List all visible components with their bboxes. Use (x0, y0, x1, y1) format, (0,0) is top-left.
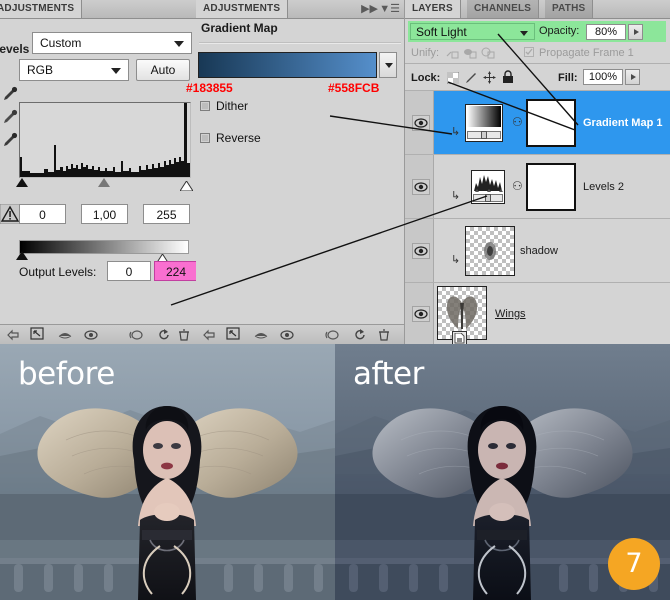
propagate-label: Propagate Frame 1 (539, 47, 634, 59)
lock-position-icon[interactable] (483, 71, 496, 89)
levels-channel-combo[interactable]: RGB (19, 59, 129, 81)
warning-triangle-icon[interactable] (0, 203, 21, 225)
levels-preset-combo[interactable]: Custom (32, 32, 192, 54)
layer-name-wings: Wings (495, 307, 526, 320)
tab-adjustments-right[interactable]: ADJUSTMENTS (196, 0, 289, 18)
dither-checkbox[interactable] (200, 101, 210, 111)
levels-preset-value: Custom (40, 36, 82, 50)
fill-stepper[interactable] (625, 69, 640, 85)
gradient-panel-tabbar: ADJUSTMENTS ▶▶ ▼☰ (196, 0, 404, 19)
layer-row-gradient-map[interactable]: ↳ ⚇ Gradient Map 1 (405, 91, 670, 154)
layers-tabbar: LAYERS CHANNELS PATHS (405, 0, 670, 19)
gradient-picker-dropdown[interactable] (379, 52, 397, 78)
propagate-checkbox[interactable] (524, 47, 534, 57)
layer-name-gradient-map: Gradient Map 1 (583, 116, 663, 129)
before-after-comparison: before after 7 (0, 344, 670, 600)
layer-thumbnail-levels[interactable] (471, 170, 505, 204)
auto-button[interactable]: Auto (136, 59, 190, 81)
layer-thumbnail-gradient[interactable] (465, 104, 503, 142)
levels-histogram (19, 102, 191, 178)
output-black-field[interactable]: 0 (107, 261, 151, 281)
tab-adjustments-left[interactable]: ADJUSTMENTS (0, 0, 83, 18)
lock-all-icon[interactable] (502, 70, 514, 89)
output-levels-label: Output Levels: (19, 265, 97, 279)
layer-row-shadow[interactable]: ↳ shadow (405, 219, 670, 282)
divider (199, 42, 401, 44)
fill-label: Fill: (558, 72, 578, 84)
after-label: after (353, 356, 424, 392)
clipping-mask-arrow-icon: ↳ (451, 190, 461, 202)
tab-channels[interactable]: CHANNELS (467, 0, 540, 18)
fill-field[interactable]: 100% (583, 69, 623, 85)
tab-paths[interactable]: PATHS (545, 0, 594, 18)
output-black-stop[interactable] (16, 251, 28, 260)
gradient-end-hex: #558FCB (328, 81, 380, 95)
levels-panel-footer (0, 324, 196, 344)
panel-menu-icon[interactable]: ▼☰ (379, 2, 400, 15)
unify-label: Unify: (411, 47, 440, 59)
chevron-down-icon (174, 41, 184, 47)
eyedropper-white-icon[interactable] (1, 131, 19, 149)
input-gamma-field[interactable]: 1,00 (81, 204, 128, 224)
layer-mask-thumbnail-gradient[interactable] (526, 99, 576, 147)
blend-opacity-row: Soft Light Opacity: 80% (408, 21, 666, 42)
eyedropper-gray-icon[interactable] (1, 108, 19, 126)
layer-visibility-toggle[interactable] (412, 305, 430, 322)
chevron-down-icon (111, 68, 121, 74)
gradient-panel-footer (196, 324, 404, 344)
blend-mode-value: Soft Light (416, 25, 467, 39)
lock-label: Lock: (411, 72, 441, 84)
input-white-field[interactable]: 255 (143, 204, 190, 224)
layer-thumbnail-shadow[interactable] (465, 226, 515, 276)
levels-panel-body: Levels Custom RGB Auto (0, 18, 198, 344)
lock-image-icon[interactable] (465, 71, 478, 89)
opacity-field[interactable]: 80% (586, 24, 626, 40)
clipping-mask-arrow-icon: ↳ (451, 126, 461, 138)
gradient-swatch[interactable] (198, 52, 377, 78)
step-badge: 7 (608, 538, 660, 590)
blend-mode-combo[interactable]: Soft Light (410, 23, 535, 40)
levels-channel-value: RGB (27, 63, 54, 77)
input-gamma-stop[interactable] (98, 178, 110, 187)
input-black-field[interactable]: 0 (19, 204, 66, 224)
layer-name-shadow: shadow (520, 244, 558, 257)
lock-transparency-icon[interactable] (446, 71, 460, 89)
chevron-down-icon (520, 31, 528, 36)
tab-layers[interactable]: LAYERS (405, 0, 461, 18)
chevron-down-icon (385, 63, 393, 68)
mask-link-icon[interactable]: ⚇ (512, 179, 523, 193)
mask-link-icon[interactable]: ⚇ (512, 115, 523, 129)
layer-row-wings[interactable]: Wings (405, 283, 670, 346)
opacity-stepper[interactable] (628, 24, 643, 40)
before-label: before (18, 356, 115, 392)
collapse-icon[interactable]: ▶▶ (361, 2, 378, 15)
adjustments-panel-gradient-map: ADJUSTMENTS ▶▶ ▼☰ Gradient Map #183855 #… (186, 0, 405, 344)
input-black-stop[interactable] (16, 178, 28, 187)
levels-panel-tabbar: ADJUSTMENTS (0, 0, 196, 19)
layer-row-levels[interactable]: ↳ ⚇ Levels 2 (405, 155, 670, 218)
input-white-stop[interactable] (179, 178, 194, 196)
eyedropper-black-icon[interactable] (1, 85, 19, 103)
layer-visibility-toggle[interactable] (412, 178, 430, 195)
clipping-mask-arrow-icon: ↳ (451, 254, 461, 266)
opacity-label: Opacity: (539, 25, 580, 37)
layer-name-levels: Levels 2 (583, 180, 624, 193)
dither-label: Dither (216, 99, 249, 113)
layer-mask-thumbnail-levels[interactable] (526, 163, 576, 211)
gradient-start-hex: #183855 (186, 81, 233, 95)
layer-visibility-toggle[interactable] (412, 114, 430, 131)
reverse-label: Reverse (216, 131, 261, 145)
layers-panel: LAYERS CHANNELS PATHS Soft Light Opacity… (405, 0, 670, 346)
adjustments-panel-levels: ADJUSTMENTS Levels Custom RGB Auto (0, 0, 198, 344)
layer-visibility-toggle[interactable] (412, 242, 430, 259)
levels-title: Levels (0, 42, 30, 56)
before-image: before (0, 344, 335, 600)
layer-thumbnail-wings[interactable] (437, 286, 487, 346)
gradient-map-title: Gradient Map (201, 21, 278, 35)
photoshop-screenshot: ADJUSTMENTS Levels Custom RGB Auto (0, 0, 670, 600)
reverse-checkbox[interactable] (200, 133, 210, 143)
output-white-field[interactable]: 224 (154, 261, 198, 281)
